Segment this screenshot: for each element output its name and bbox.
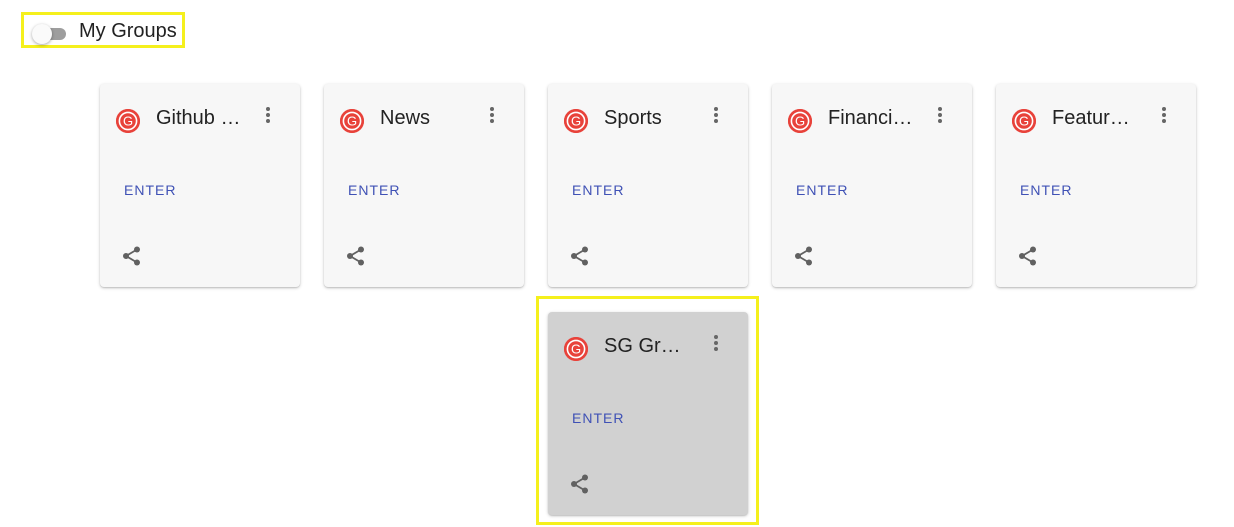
more-vert-icon[interactable] (482, 104, 502, 128)
group-avatar-icon: G (564, 109, 588, 133)
share-icon[interactable] (792, 244, 816, 268)
share-icon[interactable] (568, 472, 592, 496)
groups-page: My Groups G Github … ENTER G News ENTER … (0, 0, 1234, 527)
group-avatar-icon: G (564, 337, 588, 361)
group-card-sports[interactable]: G Sports ENTER (548, 84, 748, 287)
share-icon[interactable] (120, 244, 144, 268)
group-avatar-icon: G (340, 109, 364, 133)
svg-text:G: G (347, 114, 357, 129)
more-vert-icon[interactable] (930, 104, 950, 128)
group-card-featured[interactable]: G Featur… ENTER (996, 84, 1196, 287)
enter-button[interactable]: ENTER (124, 182, 176, 198)
group-card-financial[interactable]: G Financi… ENTER (772, 84, 972, 287)
more-vert-icon[interactable] (258, 104, 278, 128)
group-avatar-icon: G (116, 109, 140, 133)
share-icon[interactable] (568, 244, 592, 268)
more-vert-icon[interactable] (1154, 104, 1174, 128)
group-card-github[interactable]: G Github … ENTER (100, 84, 300, 287)
group-card-sg-group[interactable]: G SG Gr… ENTER (548, 312, 748, 515)
group-title: Financi… (828, 107, 913, 129)
my-groups-toggle-container: My Groups (21, 12, 185, 48)
more-vert-icon[interactable] (706, 104, 726, 128)
enter-button[interactable]: ENTER (572, 410, 624, 426)
enter-button[interactable]: ENTER (796, 182, 848, 198)
group-title: Featur… (1052, 107, 1130, 129)
group-title: Github … (156, 107, 241, 129)
group-title: SG Gr… (604, 335, 681, 357)
switch-thumb[interactable] (32, 24, 52, 44)
svg-text:G: G (571, 342, 581, 357)
share-icon[interactable] (344, 244, 368, 268)
svg-text:G: G (123, 114, 133, 129)
my-groups-label: My Groups (79, 20, 177, 42)
svg-text:G: G (1019, 114, 1029, 129)
my-groups-switch[interactable] (32, 24, 66, 44)
share-icon[interactable] (1016, 244, 1040, 268)
group-title: Sports (604, 107, 662, 129)
group-avatar-icon: G (1012, 109, 1036, 133)
more-vert-icon[interactable] (706, 332, 726, 356)
svg-text:G: G (795, 114, 805, 129)
svg-text:G: G (571, 114, 581, 129)
enter-button[interactable]: ENTER (572, 182, 624, 198)
enter-button[interactable]: ENTER (348, 182, 400, 198)
enter-button[interactable]: ENTER (1020, 182, 1072, 198)
group-avatar-icon: G (788, 109, 812, 133)
group-title: News (380, 107, 431, 129)
group-card-news[interactable]: G News ENTER (324, 84, 524, 287)
